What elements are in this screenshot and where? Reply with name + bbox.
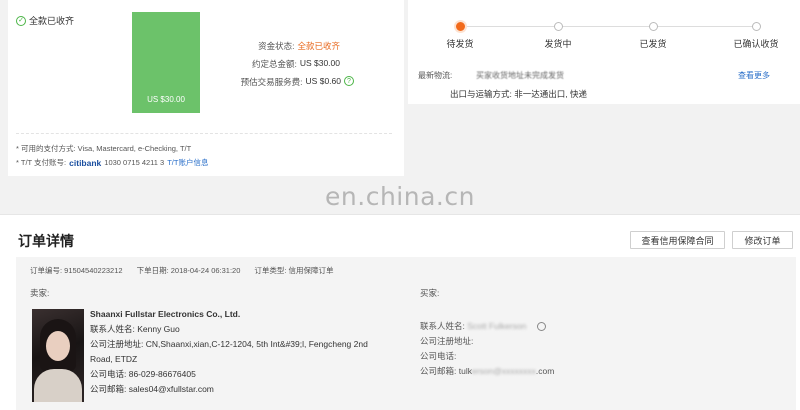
fund-status-row: 资金状态: 全款已收齐 xyxy=(258,40,340,52)
ship-method-label: 出口与运输方式: xyxy=(450,89,512,99)
payment-panel: ✓ 全款已收齐 US $30.00 资金状态: 全款已收齐 约定总金额: US … xyxy=(8,0,404,176)
seller-label: 卖家: xyxy=(30,288,50,298)
step-dot xyxy=(553,22,563,31)
step-label: 已确认收货 xyxy=(733,39,779,49)
order-progress-steps: 待发货 发货中 已发货 已确认收货 xyxy=(420,22,790,52)
fund-status-value: 全款已收齐 xyxy=(297,41,340,51)
divider xyxy=(16,133,392,134)
service-fee-value: US $0.60 xyxy=(305,76,341,86)
buyer-label: 买家: xyxy=(420,288,440,298)
step-dot-active xyxy=(455,22,465,31)
order-detail-card: 订单详情 查看信用保障合同 修改订单 订单编号: 91504540223212 … xyxy=(0,214,800,410)
order-detail-title: 订单详情 xyxy=(18,233,74,249)
seller-company: Shaanxi Fullstar Electronics Co., Ltd. xyxy=(90,309,241,319)
buyer-email-prefix: tulk xyxy=(458,366,472,376)
tt-account-label: * T/T 支付账号: xyxy=(16,158,67,167)
logistics-text: 买家收货地址未完成发货 xyxy=(476,71,564,80)
order-detail-body: 订单编号: 91504540223212 下单日期: 2018-04-24 06… xyxy=(16,257,796,410)
step-shipped: 已发货 xyxy=(613,22,693,50)
total-amount-value: US $30.00 xyxy=(299,58,340,68)
seller-phone: 公司电话: 86-029-86676405 xyxy=(90,369,196,379)
paid-amount-bar: US $30.00 xyxy=(132,12,200,113)
modify-order-button[interactable]: 修改订单 xyxy=(732,231,793,249)
buyer-contact-label: 联系人姓名: xyxy=(420,321,465,331)
tt-account-number: 1030 0715 4211 3 xyxy=(104,158,165,167)
seller-address: 公司注册地址: CN,Shaanxi,xian,C-12-1204, 5th I… xyxy=(90,339,368,364)
tt-account-info-link[interactable]: T/T账户信息 xyxy=(167,157,208,168)
total-amount-row: 约定总金额: US $30.00 xyxy=(252,58,340,70)
buyer-info: 联系人姓名: Scott Fulkerson 公司注册地址: 公司电话: 公司邮… xyxy=(420,319,720,379)
step-label: 待发货 xyxy=(446,39,474,49)
chat-icon[interactable] xyxy=(536,322,546,332)
buyer-email-hidden: erson@xxxxxxxx xyxy=(471,366,536,376)
payment-methods: * 可用的支付方式: Visa, Mastercard, e-Checking,… xyxy=(16,143,191,154)
step-shipping: 发货中 xyxy=(518,22,598,50)
order-date: 下单日期: 2018-04-24 06:31:20 xyxy=(136,266,241,275)
tt-account-row: * T/T 支付账号: citibank 1030 0715 4211 3 T/… xyxy=(16,157,208,168)
logistics-label: 最新物流: xyxy=(418,71,453,80)
paid-tag-label: 全款已收齐 xyxy=(29,16,75,26)
watermark: en.china.cn xyxy=(325,182,475,211)
seller-email: 公司邮箱: sales04@xfullstar.com xyxy=(90,384,214,394)
step-dot xyxy=(751,22,761,31)
help-icon[interactable]: ? xyxy=(344,76,354,86)
order-meta: 订单编号: 91504540223212 下单日期: 2018-04-24 06… xyxy=(30,265,334,276)
citibank-logo: citibank xyxy=(69,157,102,168)
total-amount-label: 约定总金额: xyxy=(251,59,297,69)
seller-info: Shaanxi Fullstar Electronics Co., Ltd. 联… xyxy=(90,307,390,397)
service-fee-row: 预估交易服务费: US $0.60 ? xyxy=(241,76,354,88)
step-received: 已确认收货 xyxy=(716,22,796,50)
step-label: 已发货 xyxy=(639,39,667,49)
buyer-email-label: 公司邮箱: xyxy=(420,366,457,376)
order-number: 订单编号: 91504540223212 xyxy=(30,266,123,275)
seller-contact: 联系人姓名: Kenny Guo xyxy=(90,324,180,334)
buyer-address-label: 公司注册地址: xyxy=(420,336,474,346)
payment-methods-text: * 可用的支付方式: Visa, Mastercard, e-Checking,… xyxy=(16,144,192,153)
order-summary-area: ✓ 全款已收齐 US $30.00 资金状态: 全款已收齐 约定总金额: US … xyxy=(0,0,800,178)
seller-avatar xyxy=(32,309,84,402)
progress-line xyxy=(460,26,756,27)
check-icon: ✓ xyxy=(16,15,26,26)
order-type: 订单类型: 信用保障订单 xyxy=(254,266,334,275)
avatar-body xyxy=(34,369,82,402)
buyer-contact-value: Scott Fulkerson xyxy=(467,321,527,331)
fund-status-label: 资金状态: xyxy=(258,41,295,51)
step-label: 发货中 xyxy=(544,39,572,49)
paid-tag: ✓ 全款已收齐 xyxy=(16,14,74,27)
view-more-link[interactable]: 查看更多 xyxy=(738,70,770,81)
paid-amount-label: US $30.00 xyxy=(147,95,185,104)
buyer-email-row: 公司邮箱: tulkerson@xxxxxxxx.com xyxy=(420,364,720,379)
view-contract-button[interactable]: 查看信用保障合同 xyxy=(630,231,725,249)
service-fee-label: 预估交易服务费: xyxy=(240,77,303,87)
ship-method-value: 非一达通出口, 快递 xyxy=(514,89,587,99)
buyer-contact-row: 联系人姓名: Scott Fulkerson xyxy=(420,319,720,334)
ship-method-row: 出口与运输方式: 非一达通出口, 快递 xyxy=(450,88,587,100)
buyer-email-suffix: .com xyxy=(535,366,555,376)
step-dot xyxy=(648,22,658,31)
step-pending-shipment: 待发货 xyxy=(420,22,500,50)
tracking-panel: 待发货 发货中 已发货 已确认收货 最新物流: 买家收货地址未完成发货 查看更多… xyxy=(408,0,800,104)
avatar-face xyxy=(46,331,70,361)
buyer-phone-label: 公司电话: xyxy=(420,351,457,361)
